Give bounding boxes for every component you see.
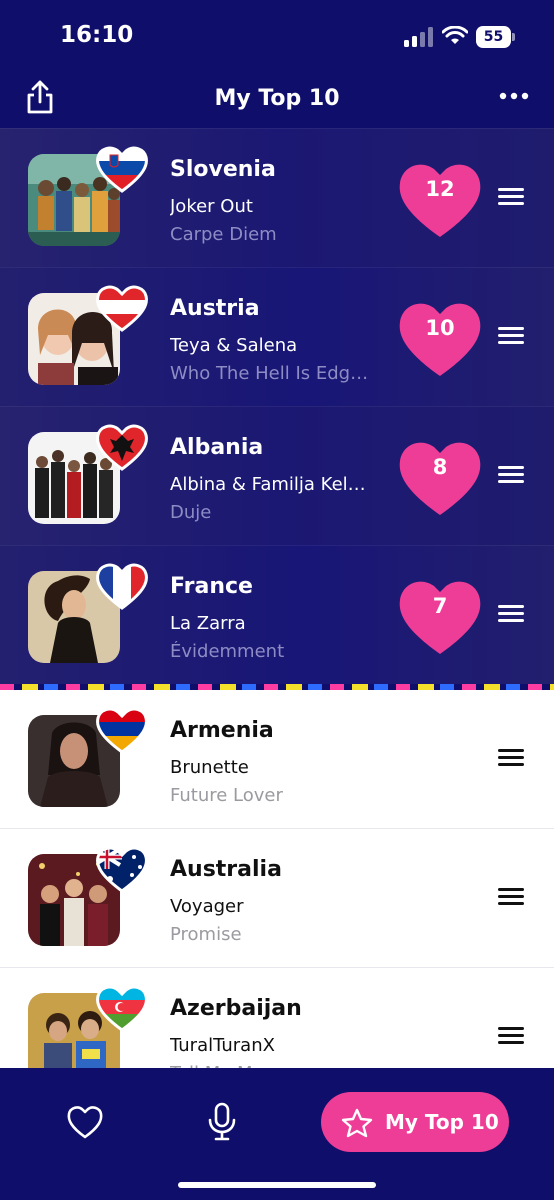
top10-row[interactable]: France La Zarra Évidemment 7 — [0, 545, 554, 684]
artist-name: TuralTuranX — [170, 1035, 275, 1056]
drag-handle-icon[interactable] — [498, 327, 524, 349]
points-heart: 10 — [396, 296, 484, 380]
top10-row[interactable]: Albania Albina & Familja Kel… Duje 8 — [0, 406, 554, 545]
points-heart: 8 — [396, 435, 484, 519]
points-value: 7 — [432, 594, 448, 618]
points-value: 10 — [425, 316, 455, 340]
navigation-bar: My Top 10 — [0, 72, 554, 128]
artist-name: Albina & Familja Kel… — [170, 474, 366, 495]
slovenia-flag-icon — [96, 146, 148, 193]
country-name: France — [170, 574, 253, 599]
armenia-flag-icon — [96, 707, 148, 754]
cellular-signal-icon — [404, 27, 433, 47]
country-name: Azerbaijan — [170, 996, 302, 1021]
drag-handle-icon[interactable] — [498, 188, 524, 210]
ranking-list: Slovenia Joker Out Carpe Diem 12 Austria… — [0, 128, 554, 1107]
more-icon[interactable] — [496, 84, 532, 108]
country-name: Armenia — [170, 718, 274, 743]
star-icon — [341, 1108, 373, 1138]
status-time: 16:10 — [60, 22, 134, 48]
top-area: 16:10 55 My Top 10 — [0, 0, 554, 128]
my-top10-tab-button[interactable]: My Top 10 — [321, 1092, 509, 1152]
song-title: Évidemment — [170, 641, 285, 662]
battery-level: 55 — [476, 26, 511, 48]
country-name: Australia — [170, 857, 282, 882]
drag-handle-icon[interactable] — [498, 749, 524, 771]
drag-handle-icon[interactable] — [498, 1027, 524, 1049]
entry-row[interactable]: Armenia Brunette Future Lover — [0, 690, 554, 829]
austria-flag-icon — [96, 285, 148, 332]
artist-name: La Zarra — [170, 613, 246, 634]
artist-name: Brunette — [170, 757, 249, 778]
albania-flag-icon — [96, 424, 148, 471]
artist-name: Joker Out — [170, 196, 253, 217]
france-flag-icon — [96, 563, 148, 610]
drag-handle-icon[interactable] — [498, 888, 524, 910]
page-title: My Top 10 — [214, 86, 340, 111]
artist-name: Teya & Salena — [170, 335, 298, 356]
song-title: Carpe Diem — [170, 224, 277, 245]
song-title: Future Lover — [170, 785, 283, 806]
artist-name: Voyager — [170, 896, 244, 917]
home-indicator — [178, 1182, 376, 1188]
country-name: Albania — [170, 435, 264, 460]
drag-handle-icon[interactable] — [498, 605, 524, 627]
song-title: Promise — [170, 924, 242, 945]
microphone-icon[interactable] — [206, 1102, 238, 1142]
song-title: Who The Hell Is Edg… — [170, 363, 369, 384]
australia-flag-icon — [96, 846, 148, 893]
country-name: Slovenia — [170, 157, 276, 182]
song-title: Duje — [170, 502, 212, 523]
azerbaijan-flag-icon — [96, 985, 148, 1032]
battery-icon: 55 — [476, 26, 516, 48]
points-value: 8 — [432, 455, 448, 479]
wifi-icon — [442, 26, 468, 44]
points-heart: 12 — [396, 157, 484, 241]
heart-icon[interactable] — [66, 1104, 104, 1140]
country-name: Austria — [170, 296, 260, 321]
points-value: 12 — [425, 177, 455, 201]
status-bar: 16:10 55 — [0, 0, 554, 72]
bottom-tab-bar: My Top 10 — [0, 1068, 554, 1200]
top10-row[interactable]: Austria Teya & Salena Who The Hell Is Ed… — [0, 267, 554, 406]
points-heart: 7 — [396, 574, 484, 658]
drag-handle-icon[interactable] — [498, 466, 524, 488]
entry-row[interactable]: Australia Voyager Promise — [0, 829, 554, 968]
my-top10-tab-label: My Top 10 — [385, 1110, 499, 1134]
top10-row[interactable]: Slovenia Joker Out Carpe Diem 12 — [0, 128, 554, 267]
